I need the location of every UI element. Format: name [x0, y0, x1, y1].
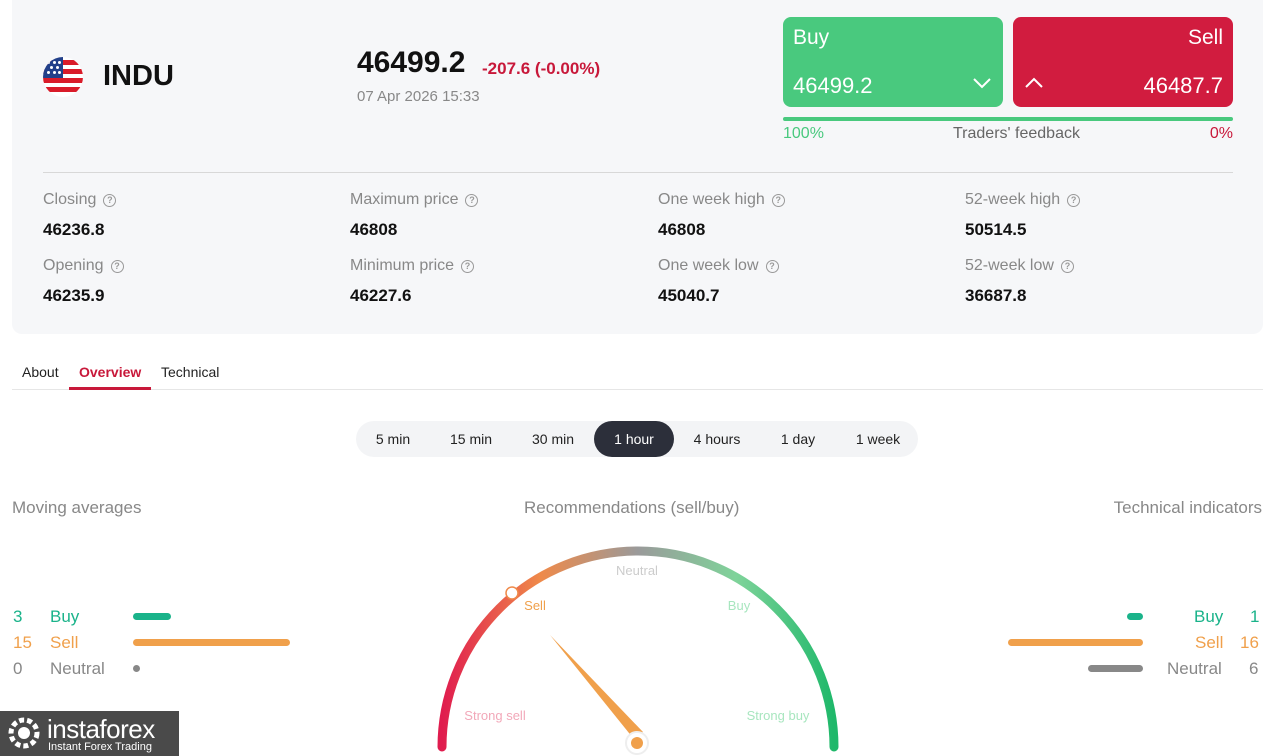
timeframe-5min[interactable]: 5 min [363, 421, 423, 457]
feedback-buy-percent: 100% [783, 125, 824, 142]
ti-sell-bar [1008, 639, 1143, 646]
timeframe-1day[interactable]: 1 day [768, 421, 828, 457]
timeframe-4hours[interactable]: 4 hours [682, 421, 752, 457]
chevron-down-icon [973, 78, 991, 89]
quote-datetime: 07 Apr 2026 15:33 [357, 88, 480, 105]
ti-neutral-label: Neutral [1167, 659, 1222, 678]
stat-max-price-value: 46808 [350, 220, 398, 239]
ti-sell-label: Sell [1195, 633, 1224, 652]
gauge-title: Recommendations (sell/buy) [524, 498, 740, 517]
ti-buy-count: 1 [1250, 607, 1260, 626]
traders-feedback-bar [783, 117, 1233, 121]
active-tab-indicator [69, 387, 151, 390]
tab-technical[interactable]: Technical [161, 364, 219, 380]
gauge-label-buy: Buy [728, 598, 751, 613]
ma-buy-bar [133, 613, 171, 620]
gauge-label-sell: Sell [524, 598, 546, 613]
card-divider [43, 172, 1233, 173]
stat-opening-value: 46235.9 [43, 286, 105, 305]
help-icon[interactable]: ? [103, 193, 117, 207]
ma-sell-bar [133, 639, 290, 646]
ma-sell-label: Sell [50, 633, 79, 652]
feedback-sell-percent: 0% [1209, 125, 1233, 142]
help-icon[interactable]: ? [110, 259, 124, 273]
help-icon[interactable]: ? [765, 259, 779, 273]
stat-week-high-label: One week high? [658, 191, 785, 209]
ti-neutral-count: 6 [1249, 659, 1259, 678]
ma-buy-count: 3 [13, 607, 23, 626]
tab-about[interactable]: About [22, 364, 59, 380]
sell-button[interactable]: Sell 46487.7 [1013, 17, 1233, 107]
stat-week-low-value: 45040.7 [658, 286, 720, 305]
recommendation-gauge: Neutral Sell Buy Strong sell Strong buy [437, 546, 839, 755]
stat-opening-label: Opening? [43, 257, 124, 275]
gear-logo-icon [8, 717, 40, 749]
ti-buy-label: Buy [1194, 607, 1224, 626]
stat-min-price-value: 46227.6 [350, 286, 412, 305]
ma-neutral-label: Neutral [50, 659, 105, 678]
price-change: -207.6 (-0.00%) [482, 59, 601, 78]
stat-week-low-label: One week low? [658, 257, 779, 275]
moving-averages-title: Moving averages [12, 498, 142, 517]
timeframe-15min[interactable]: 15 min [438, 421, 504, 457]
gauge-label-strong-sell: Strong sell [464, 708, 526, 723]
sell-price: 46487.7 [1143, 73, 1223, 98]
help-icon[interactable]: ? [461, 259, 475, 273]
tabs-divider [12, 389, 1263, 390]
technical-indicators-title: Technical indicators [1113, 498, 1262, 517]
help-icon[interactable]: ? [1067, 193, 1081, 207]
sell-label: Sell [1187, 26, 1223, 49]
gauge-label-strong-buy: Strong buy [747, 708, 810, 723]
help-icon[interactable]: ? [465, 193, 479, 207]
buy-label: Buy [793, 26, 830, 49]
buy-price: 46499.2 [793, 73, 873, 98]
stat-52w-high-value: 50514.5 [965, 220, 1027, 239]
stat-52w-low-value: 36687.8 [965, 286, 1027, 305]
stat-min-price-label: Minimum price? [350, 257, 475, 275]
chevron-up-icon [1025, 77, 1043, 88]
us-flag-icon [43, 57, 83, 97]
instrument-symbol: INDU [103, 60, 174, 92]
stat-week-high-value: 46808 [658, 220, 706, 239]
stat-max-price-label: Maximum price? [350, 191, 479, 209]
timeframe-30min[interactable]: 30 min [519, 421, 587, 457]
help-icon[interactable]: ? [1060, 259, 1074, 273]
ma-sell-count: 15 [13, 633, 32, 652]
help-icon[interactable]: ? [771, 193, 785, 207]
stat-52w-high-label: 52-week high? [965, 191, 1081, 209]
ti-neutral-bar [1088, 665, 1143, 672]
current-price: 46499.2 [357, 46, 466, 79]
stat-closing-label: Closing? [43, 191, 117, 209]
ma-neutral-bar [133, 665, 140, 672]
instaforex-logo[interactable]: instaforex Instant Forex Trading [0, 711, 179, 756]
tab-overview[interactable]: Overview [79, 364, 141, 380]
ma-neutral-count: 0 [13, 659, 23, 678]
feedback-label: Traders' feedback [953, 125, 1080, 142]
stat-52w-low-label: 52-week low? [965, 257, 1074, 275]
ti-buy-bar [1127, 613, 1143, 620]
ma-buy-label: Buy [50, 607, 80, 626]
gauge-label-neutral: Neutral [616, 563, 658, 578]
stat-closing-value: 46236.8 [43, 220, 105, 239]
logo-tagline: Instant Forex Trading [48, 741, 152, 753]
timeframe-1week[interactable]: 1 week [843, 421, 913, 457]
buy-button[interactable]: Buy 46499.2 [783, 17, 1003, 107]
ti-sell-count: 16 [1240, 633, 1259, 652]
timeframe-1hour[interactable]: 1 hour [594, 421, 674, 457]
